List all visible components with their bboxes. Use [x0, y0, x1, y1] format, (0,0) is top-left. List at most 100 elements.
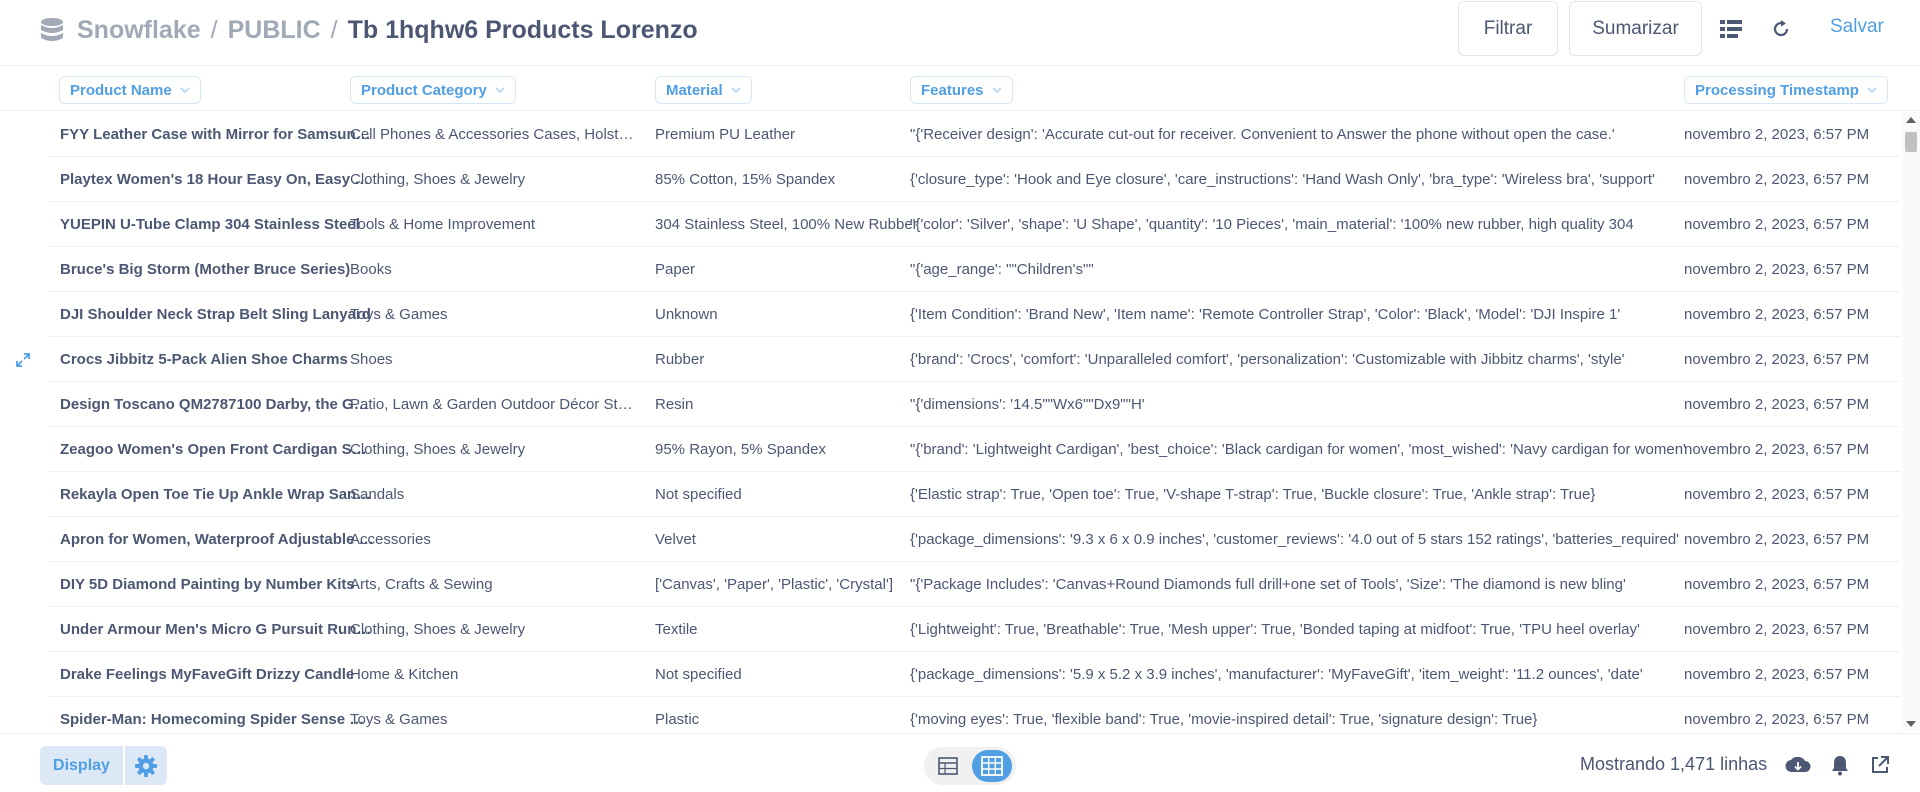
summarize-button[interactable]: Sumarizar — [1569, 1, 1702, 56]
expand-icon[interactable] — [10, 347, 36, 373]
cell-product-name[interactable]: Design Toscano QM2787100 Darby, the Gard… — [60, 382, 375, 427]
cell-features[interactable]: "{'color': 'Silver', 'shape': 'U Shape',… — [910, 202, 1707, 247]
table-row[interactable]: DJI Shoulder Neck Strap Belt Sling Lanya… — [48, 292, 1900, 337]
table-row[interactable]: Apron for Women, Waterproof Adjustable B… — [48, 517, 1900, 562]
cell-features[interactable]: {'brand': 'Crocs', 'comfort': 'Unparalle… — [910, 337, 1707, 382]
table-row[interactable]: Under Armour Men's Micro G Pursuit Runni… — [48, 607, 1900, 652]
cell-material[interactable]: 85% Cotton, 15% Spandex — [655, 157, 935, 202]
cell-product-name[interactable]: Under Armour Men's Micro G Pursuit Runni… — [60, 607, 375, 652]
cell-product-name[interactable]: Spider-Man: Homecoming Spider Sense Mask — [60, 697, 375, 732]
cell-material[interactable]: Not specified — [655, 652, 935, 697]
cell-material[interactable]: ['Canvas', 'Paper', 'Plastic', 'Crystal'… — [655, 562, 935, 607]
cell-product-category[interactable]: Patio, Lawn & Garden Outdoor Décor Statu… — [350, 382, 635, 427]
cell-product-category[interactable]: Clothing, Shoes & Jewelry — [350, 157, 635, 202]
cell-product-category[interactable]: Books — [350, 247, 635, 292]
cell-material[interactable]: Resin — [655, 382, 935, 427]
cell-material[interactable]: Textile — [655, 607, 935, 652]
cell-product-category[interactable]: Shoes — [350, 337, 635, 382]
cell-material[interactable]: Unknown — [655, 292, 935, 337]
scroll-down-arrow-icon[interactable] — [1906, 721, 1916, 727]
table-row[interactable]: Spider-Man: Homecoming Spider Sense Mask… — [48, 697, 1900, 732]
cell-product-category[interactable]: Clothing, Shoes & Jewelry — [350, 607, 635, 652]
table-row[interactable]: FYY Leather Case with Mirror for Samsung… — [48, 112, 1900, 157]
save-button[interactable]: Salvar — [1830, 16, 1884, 38]
table-row[interactable]: Drake Feelings MyFaveGift Drizzy Candle … — [48, 652, 1900, 697]
share-icon[interactable] — [1867, 752, 1893, 778]
download-icon[interactable] — [1785, 752, 1811, 778]
cell-processing-timestamp[interactable]: novembro 2, 2023, 6:57 PM — [1684, 607, 1884, 652]
cell-processing-timestamp[interactable]: novembro 2, 2023, 6:57 PM — [1684, 112, 1884, 157]
filter-button[interactable]: Filtrar — [1458, 1, 1558, 56]
cell-product-name[interactable]: Playtex Women's 18 Hour Easy On, Easy Of… — [60, 157, 375, 202]
table-row[interactable]: Zeagoo Women's Open Front Cardigan Sweat… — [48, 427, 1900, 472]
column-header-processing-timestamp[interactable]: Processing Timestamp — [1684, 76, 1888, 104]
cell-product-category[interactable]: Toys & Games — [350, 292, 635, 337]
cell-product-name[interactable]: Crocs Jibbitz 5-Pack Alien Shoe Charms — [60, 337, 375, 382]
cell-features[interactable]: "{'brand': 'Lightweight Cardigan', 'best… — [910, 427, 1707, 472]
table-row[interactable]: Playtex Women's 18 Hour Easy On, Easy Of… — [48, 157, 1900, 202]
scroll-up-arrow-icon[interactable] — [1906, 117, 1916, 123]
cell-features[interactable]: {'moving eyes': True, 'flexible band': T… — [910, 697, 1707, 732]
cell-processing-timestamp[interactable]: novembro 2, 2023, 6:57 PM — [1684, 157, 1884, 202]
gear-icon[interactable] — [125, 746, 167, 785]
cell-features[interactable]: {'Lightweight': True, 'Breathable': True… — [910, 607, 1707, 652]
cell-material[interactable]: Plastic — [655, 697, 935, 732]
cell-material[interactable]: Paper — [655, 247, 935, 292]
table-row[interactable]: Design Toscano QM2787100 Darby, the Gard… — [48, 382, 1900, 427]
cell-processing-timestamp[interactable]: novembro 2, 2023, 6:57 PM — [1684, 337, 1884, 382]
cell-features[interactable]: {'package_dimensions': '9.3 x 6 x 0.9 in… — [910, 517, 1707, 562]
grid-view-icon[interactable] — [972, 750, 1012, 782]
cell-material[interactable]: Rubber — [655, 337, 935, 382]
refresh-icon[interactable] — [1766, 14, 1796, 44]
cell-material[interactable]: 304 Stainless Steel, 100% New Rubber — [655, 202, 935, 247]
table-row[interactable]: Bruce's Big Storm (Mother Bruce Series) … — [48, 247, 1900, 292]
cell-processing-timestamp[interactable]: novembro 2, 2023, 6:57 PM — [1684, 472, 1884, 517]
cell-processing-timestamp[interactable]: novembro 2, 2023, 6:57 PM — [1684, 652, 1884, 697]
column-header-product-category[interactable]: Product Category — [350, 76, 516, 104]
column-header-features[interactable]: Features — [910, 76, 1013, 104]
cell-processing-timestamp[interactable]: novembro 2, 2023, 6:57 PM — [1684, 247, 1884, 292]
cell-processing-timestamp[interactable]: novembro 2, 2023, 6:57 PM — [1684, 427, 1884, 472]
cell-processing-timestamp[interactable]: novembro 2, 2023, 6:57 PM — [1684, 517, 1884, 562]
cell-product-category[interactable]: Accessories — [350, 517, 635, 562]
bell-icon[interactable] — [1827, 752, 1853, 778]
cell-features[interactable]: "{'Receiver design': 'Accurate cut-out f… — [910, 112, 1707, 157]
cell-processing-timestamp[interactable]: novembro 2, 2023, 6:57 PM — [1684, 562, 1884, 607]
cell-product-name[interactable]: Drake Feelings MyFaveGift Drizzy Candle — [60, 652, 375, 697]
display-button[interactable]: Display — [40, 746, 123, 785]
cell-product-name[interactable]: Apron for Women, Waterproof Adjustable B… — [60, 517, 375, 562]
vertical-scrollbar[interactable] — [1902, 112, 1920, 732]
cell-product-name[interactable]: DJI Shoulder Neck Strap Belt Sling Lanya… — [60, 292, 375, 337]
cell-product-category[interactable]: Clothing, Shoes & Jewelry — [350, 427, 635, 472]
cell-product-category[interactable]: Home & Kitchen — [350, 652, 635, 697]
table-row[interactable]: Crocs Jibbitz 5-Pack Alien Shoe Charms S… — [48, 337, 1900, 382]
list-icon[interactable] — [1716, 14, 1746, 44]
cell-features[interactable]: "{'Package Includes': 'Canvas+Round Diam… — [910, 562, 1707, 607]
cell-processing-timestamp[interactable]: novembro 2, 2023, 6:57 PM — [1684, 382, 1884, 427]
cell-product-category[interactable]: Arts, Crafts & Sewing — [350, 562, 635, 607]
cell-product-name[interactable]: YUEPIN U-Tube Clamp 304 Stainless Steel — [60, 202, 375, 247]
cell-material[interactable]: Velvet — [655, 517, 935, 562]
cell-product-category[interactable]: Toys & Games — [350, 697, 635, 732]
cell-processing-timestamp[interactable]: novembro 2, 2023, 6:57 PM — [1684, 697, 1884, 732]
cell-product-name[interactable]: Zeagoo Women's Open Front Cardigan Sweat… — [60, 427, 375, 472]
column-header-product-name[interactable]: Product Name — [59, 76, 201, 104]
cell-features[interactable]: "{'age_range': ""Children's"" — [910, 247, 1707, 292]
cell-product-name[interactable]: Rekayla Open Toe Tie Up Ankle Wrap Sanda… — [60, 472, 375, 517]
cell-product-category[interactable]: Cell Phones & Accessories Cases, Holster… — [350, 112, 635, 157]
cell-material[interactable]: Not specified — [655, 472, 935, 517]
cell-processing-timestamp[interactable]: novembro 2, 2023, 6:57 PM — [1684, 292, 1884, 337]
cell-product-name[interactable]: Bruce's Big Storm (Mother Bruce Series) — [60, 247, 375, 292]
table-view-icon[interactable] — [930, 751, 966, 781]
cell-material[interactable]: 95% Rayon, 5% Spandex — [655, 427, 935, 472]
cell-features[interactable]: {'Elastic strap': True, 'Open toe': True… — [910, 472, 1707, 517]
table-row[interactable]: Rekayla Open Toe Tie Up Ankle Wrap Sanda… — [48, 472, 1900, 517]
scrollbar-thumb[interactable] — [1905, 132, 1917, 152]
cell-processing-timestamp[interactable]: novembro 2, 2023, 6:57 PM — [1684, 202, 1884, 247]
table-row[interactable]: YUEPIN U-Tube Clamp 304 Stainless Steel … — [48, 202, 1900, 247]
cell-product-name[interactable]: FYY Leather Case with Mirror for Samsung… — [60, 112, 375, 157]
column-header-material[interactable]: Material — [655, 76, 752, 104]
cell-material[interactable]: Premium PU Leather — [655, 112, 935, 157]
cell-product-category[interactable]: Sandals — [350, 472, 635, 517]
breadcrumb-database[interactable]: Snowflake — [77, 16, 201, 45]
